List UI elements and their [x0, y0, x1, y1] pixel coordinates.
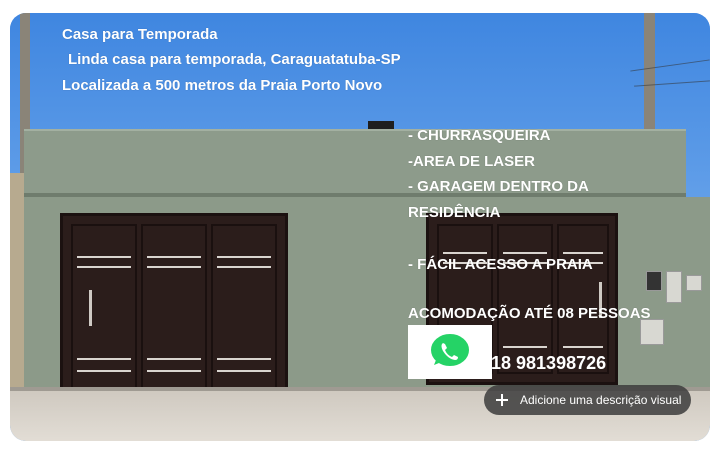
- plus-icon: [494, 392, 510, 408]
- listing-location: Localizada a 500 metros da Praia Porto N…: [62, 77, 383, 94]
- phone-number: 18 981398726: [491, 353, 607, 373]
- feature-item: - FÁCIL ACESSO A PRAIA: [408, 256, 593, 273]
- feature-item: - GARAGEM DENTRO DA: [408, 178, 589, 195]
- listing-subtitle: Linda casa para temporada, Caraguatatuba…: [68, 51, 401, 68]
- electric-meter: [646, 271, 662, 291]
- whatsapp-icon: [429, 332, 471, 368]
- listing-title: Casa para Temporada: [62, 26, 218, 43]
- add-visual-description-label: Adicione uma descrição visual: [520, 393, 682, 407]
- feature-item: RESIDÊNCIA: [408, 204, 501, 221]
- intercom-panel: [666, 271, 682, 303]
- feature-item: -AREA DE LASER: [408, 153, 535, 170]
- whatsapp-logo-box: [408, 325, 492, 379]
- garage-gate-left: [60, 213, 288, 403]
- add-visual-description-button[interactable]: Adicione uma descrição visual: [484, 385, 691, 415]
- utility-box: [686, 275, 702, 291]
- feature-item: - CHURRASQUEIRA: [408, 127, 551, 144]
- listing-image[interactable]: Casa para Temporada Linda casa para temp…: [10, 13, 710, 441]
- capacity-text: ACOMODAÇÃO ATÉ 08 PESSOAS: [408, 305, 651, 322]
